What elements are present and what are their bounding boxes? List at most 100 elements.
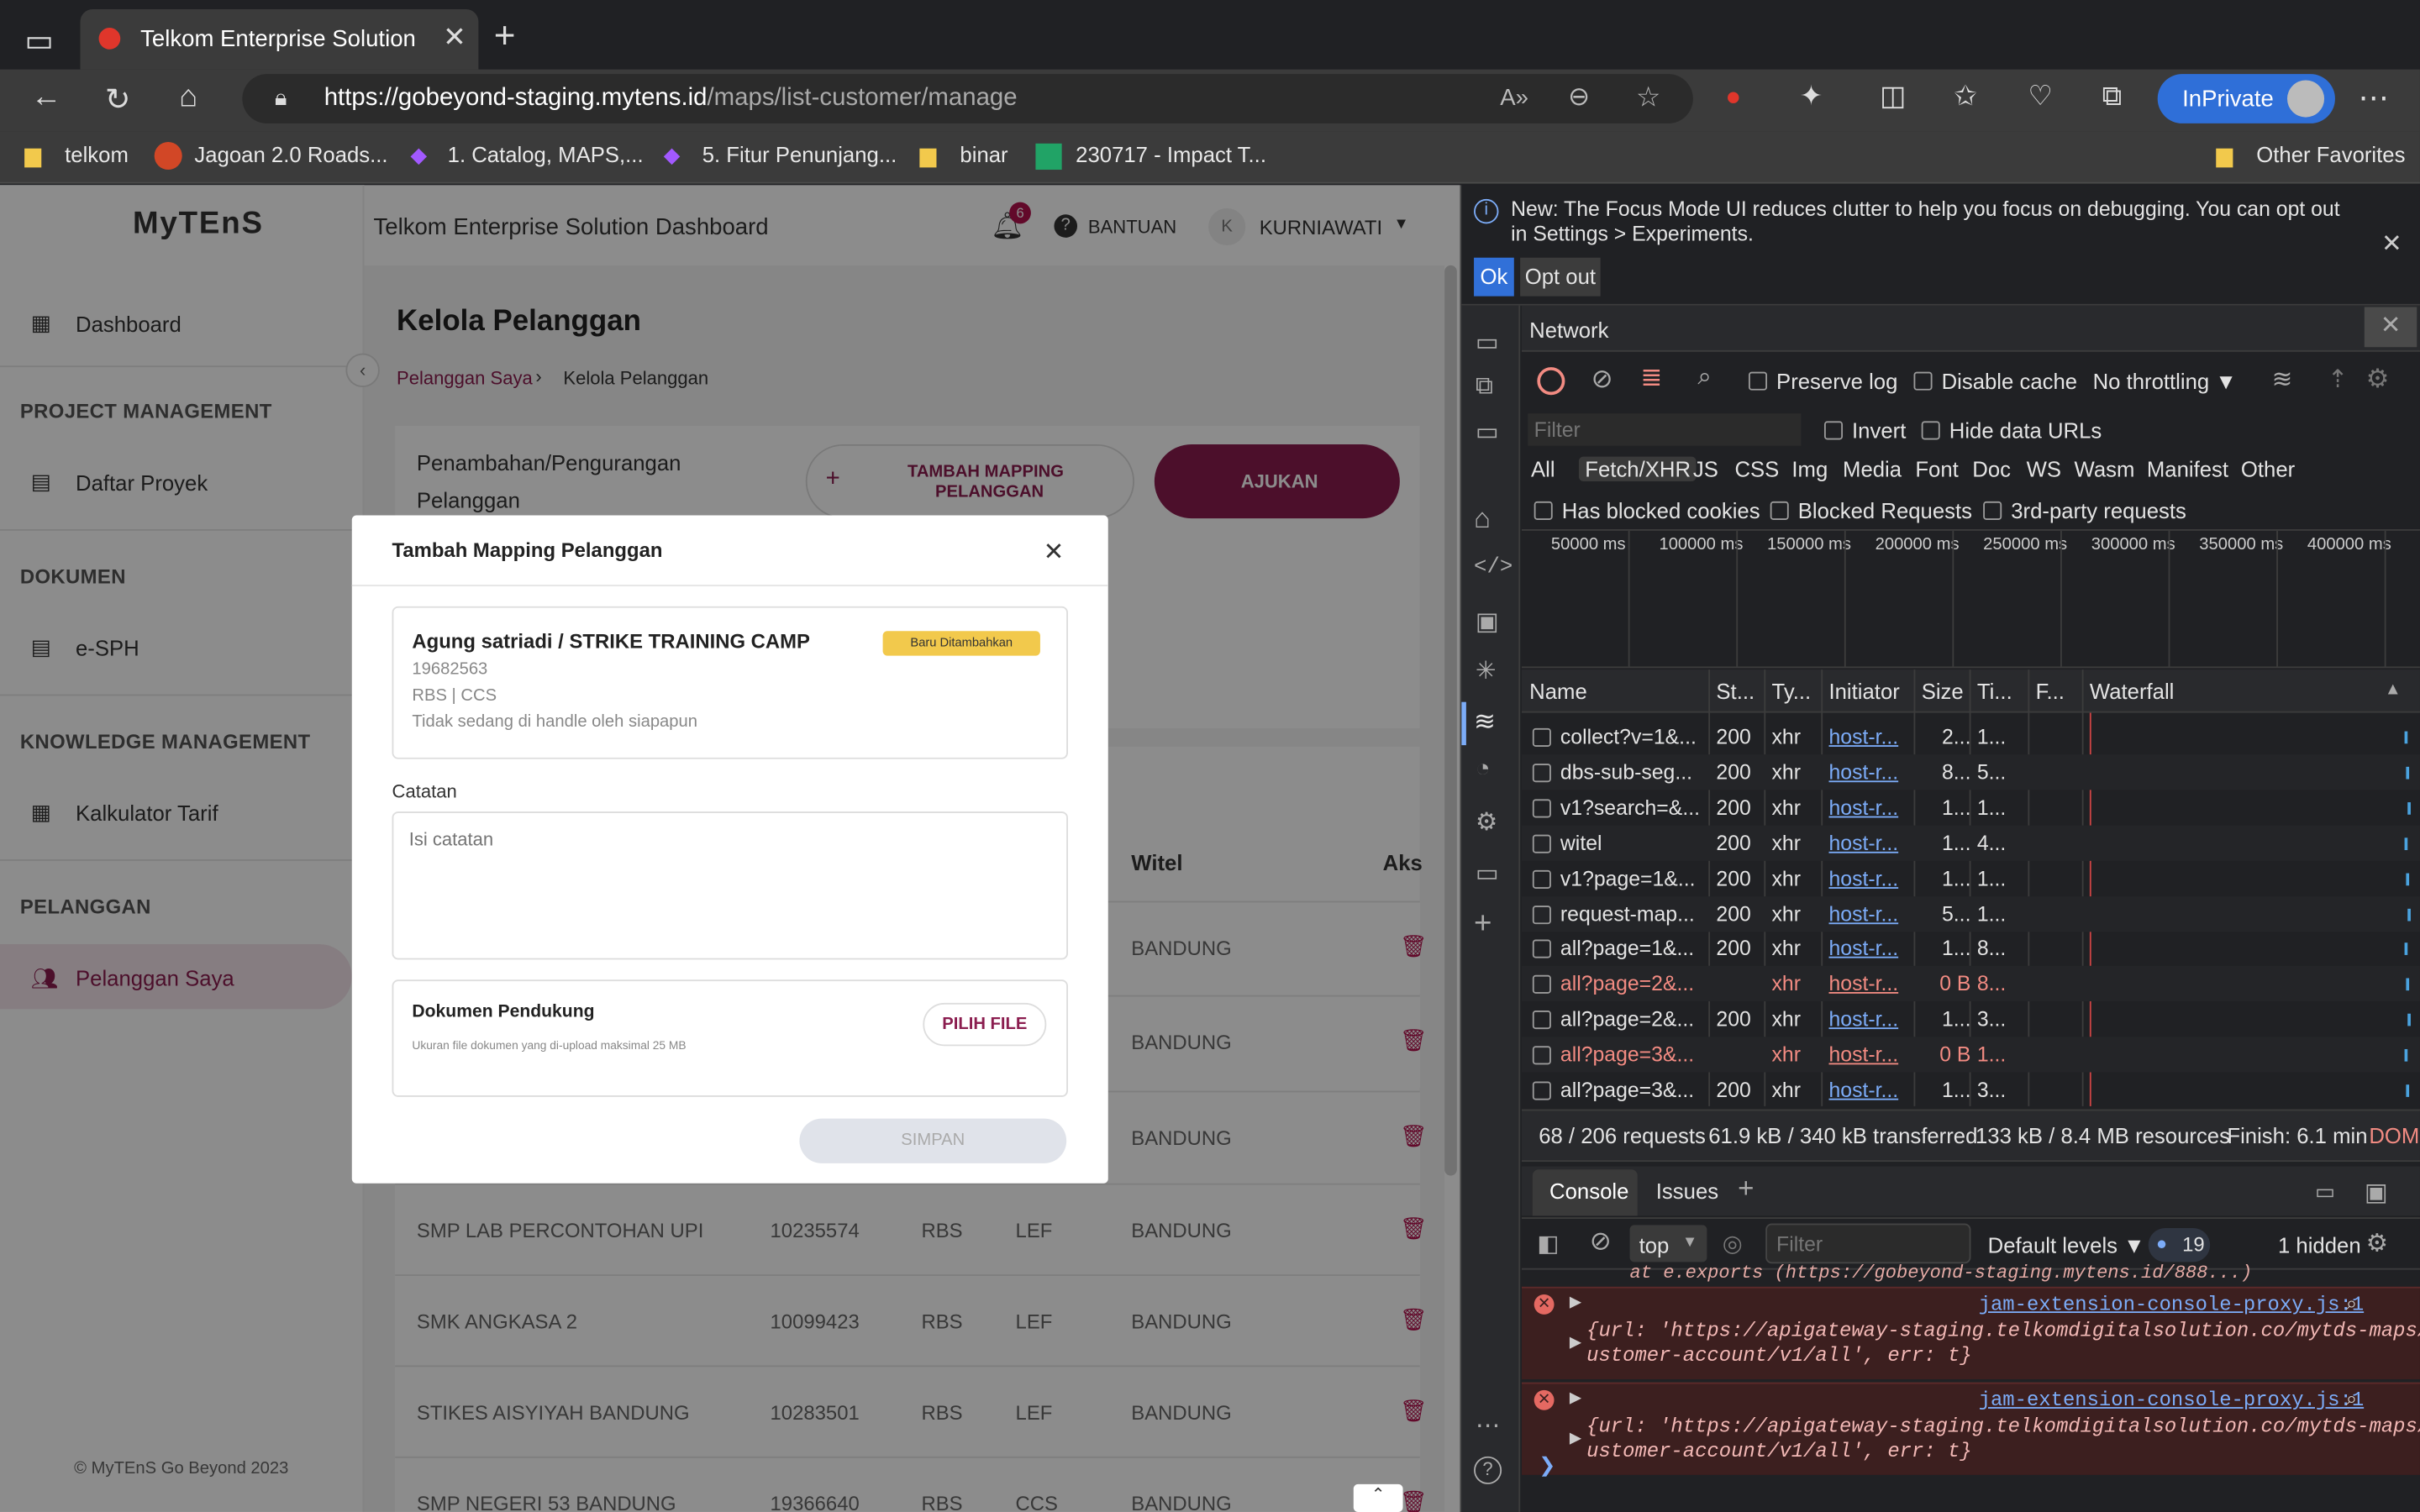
refresh-icon[interactable]: ↻ [105,81,131,119]
close-tab-icon[interactable]: ✕ [443,22,466,55]
request-init[interactable]: host-r... [1828,831,1913,854]
request-init[interactable]: host-r... [1828,760,1913,784]
console-prompt-icon[interactable]: ❯ [1539,1453,1555,1478]
performance-icon[interactable]: ◔ [1476,756,1491,784]
bookmark-catalog[interactable]: 1. Catalog, MAPS,... [448,142,644,166]
request-row[interactable]: all?page=1&... 200 xhr host-r... 1... 8... [1522,931,2420,966]
read-aloud-icon[interactable]: A» [1500,85,1528,111]
search-icon[interactable]: ⌕ [2346,1387,2357,1411]
console-settings-icon[interactable]: ⚙ [2366,1228,2388,1259]
request-init[interactable]: host-r... [1828,973,1913,996]
bookmark-other-favorites[interactable]: Other Favorites [2256,142,2405,166]
request-init[interactable]: host-r... [1828,1043,1913,1067]
column-header[interactable]: Name [1529,679,1587,703]
error-source-link[interactable]: jam-extension-console-proxy.js:1 [1979,1293,2365,1316]
elements-icon[interactable]: </> [1474,555,1512,580]
preserve-log-checkbox[interactable]: Preserve log [1748,369,1897,393]
inspect-icon[interactable]: ⧉ [1476,373,1493,401]
simpan-button[interactable]: SIMPAN [799,1118,1067,1163]
type-filter[interactable]: Doc [1972,457,2011,481]
type-filter[interactable]: Media [1843,457,1902,481]
dock-drawer-icon[interactable]: ▭ [2315,1179,2335,1205]
welcome-icon[interactable]: ⌂ [1474,503,1491,536]
settings-gear-icon[interactable]: ⚙ [1476,807,1497,838]
request-checkbox[interactable] [1532,834,1551,853]
zoom-icon[interactable]: ⊖ [1568,81,1590,113]
request-row[interactable]: all?page=2&... 200 xhr host-r... 1... 3... [1522,1001,2420,1037]
home-icon[interactable]: ⌂ [179,81,197,116]
request-checkbox[interactable] [1532,1011,1551,1030]
new-tab-icon[interactable]: + [494,15,516,58]
opt-out-button[interactable]: Opt out [1520,257,1601,297]
request-checkbox[interactable] [1532,1046,1551,1065]
type-filter[interactable]: All [1531,457,1555,481]
request-row[interactable]: witel 200 xhr host-r... 1... 4... [1521,825,2420,861]
back-icon[interactable]: ← [31,81,62,116]
filter-icon[interactable]: ≣ [1640,363,1662,394]
request-row[interactable]: all?page=2&... xhr host-r... 0 B 8... [1521,966,2420,1002]
dock-icon[interactable]: ▭ [1476,417,1499,448]
help-icon[interactable]: ? [1474,1456,1502,1484]
close-banner-icon[interactable]: ✕ [2381,228,2402,260]
collections-icon[interactable]: ⧉ [2102,81,2123,113]
column-header[interactable]: Waterfall [2090,679,2175,703]
type-filter[interactable]: Img [1791,457,1828,481]
bookmark-jagoan[interactable]: Jagoan 2.0 Roads... [194,142,387,166]
request-checkbox[interactable] [1532,940,1551,959]
more-menu-icon[interactable]: ⋯ [2358,79,2389,118]
extension-icon[interactable]: ● [1725,81,1741,113]
column-header[interactable]: Size [1922,679,1964,703]
sources-icon[interactable]: ✳ [1476,656,1497,687]
request-checkbox[interactable] [1532,727,1551,747]
clear-icon[interactable]: ⊘ [1591,364,1613,395]
favorites-icon[interactable]: ✩ [1954,81,1977,113]
request-row[interactable]: all?page=3&... 200 xhr host-r... 1... 3... [1522,1073,2420,1108]
bookmark-binar[interactable]: binar [960,142,1007,166]
hide-data-urls-checkbox[interactable]: Hide data URLs [1921,418,2102,443]
invert-checkbox[interactable]: Invert [1823,418,1906,443]
request-row[interactable]: v1?search=&... 200 xhr host-r... 1... 1... [1522,790,2420,825]
profile-avatar[interactable] [2286,80,2325,118]
type-filter[interactable]: CSS [1734,457,1779,481]
column-header[interactable]: Ty... [1772,679,1812,703]
request-checkbox[interactable] [1532,905,1551,924]
request-init[interactable]: host-r... [1828,1008,1913,1032]
throttling-select[interactable]: No throttling ▼ [2093,369,2237,393]
request-init[interactable]: host-r... [1828,725,1913,748]
network-wifi-icon[interactable]: ≋ [1474,706,1496,738]
tab-actions-icon[interactable]: ▭ [24,22,54,60]
network-settings-icon[interactable]: ⚙ [2366,364,2390,395]
ok-button[interactable]: Ok [1474,257,1514,297]
expand-icon[interactable]: ▶ [1570,1294,1581,1311]
record-icon[interactable] [1537,367,1565,396]
type-filter[interactable]: Other [2241,457,2295,481]
blocked-cookies-checkbox[interactable]: Has blocked cookies [1534,498,1760,523]
network-conditions-icon[interactable]: ≋ [2272,364,2293,395]
expand-object-icon[interactable]: ▶ [1570,1335,1581,1352]
type-filter[interactable]: Fetch/XHR [1578,456,1697,482]
more-tools-icon[interactable]: + [1474,907,1491,942]
request-row[interactable]: dbs-sub-seg... 200 xhr host-r... 8... 5... [1521,753,2420,790]
search-icon[interactable]: ⌕ [2346,1291,2357,1315]
error-source-link[interactable]: jam-extension-console-proxy.js:1 [1979,1389,2365,1412]
upload-icon[interactable]: ⇡ [2328,364,2349,395]
type-filter[interactable]: Wasm [2075,457,2135,481]
catatan-input[interactable] [392,811,1068,960]
column-header[interactable]: Ti... [1977,679,2012,703]
disable-cache-checkbox[interactable]: Disable cache [1913,369,2077,393]
extensions-icon[interactable]: ✦ [1800,81,1823,113]
request-init[interactable]: host-r... [1828,1079,1913,1102]
device-icon[interactable]: ▭ [1476,327,1499,358]
blocked-requests-checkbox[interactable]: Blocked Requests [1770,498,1972,523]
column-header[interactable]: St... [1716,679,1754,703]
browser-essentials-icon[interactable]: ♡ [2028,81,2053,113]
lock-icon[interactable]: 🔒︎ [275,85,287,111]
add-tab-icon[interactable]: + [1738,1173,1754,1205]
request-row[interactable]: v1?page=1&... 200 xhr host-r... 1... 1... [1522,860,2420,895]
expand-object-icon[interactable]: ▶ [1570,1431,1581,1447]
url-text[interactable]: https://gobeyond-staging.mytens.id/maps/… [324,85,1018,113]
request-row[interactable]: collect?v=1&... 200 xhr host-r... 2... 1... [1522,719,2420,754]
type-filter[interactable]: Font [1915,457,1958,481]
request-row[interactable]: request-map... 200 xhr host-r... 5... 1... [1521,895,2420,932]
clear-console-icon[interactable]: ⊘ [1590,1226,1612,1257]
